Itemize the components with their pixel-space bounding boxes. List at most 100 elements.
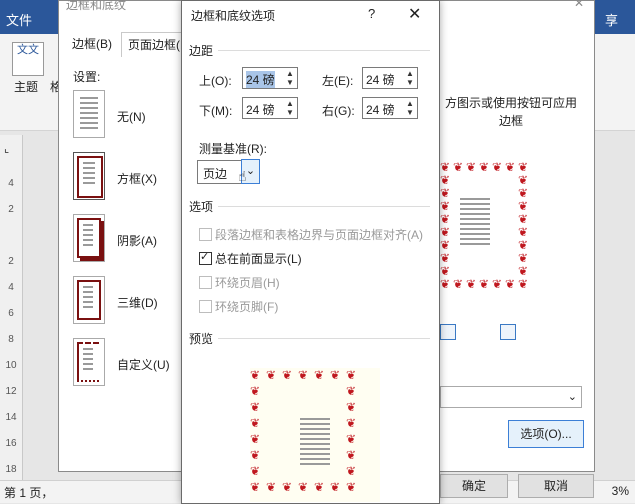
status-page[interactable]: 第 1 页， — [4, 484, 53, 501]
ruler-number: 18 — [5, 464, 17, 475]
checkmark-icon: ✓ — [200, 251, 210, 263]
preset-box-icon[interactable] — [73, 152, 105, 200]
spin-down-icon[interactable]: ▼ — [405, 78, 415, 87]
palm-tree-icon: ❦ — [314, 368, 325, 382]
preset-shadow-icon[interactable] — [73, 214, 105, 262]
left-margin-value[interactable]: 24 磅 — [366, 71, 395, 88]
spin-up-icon[interactable]: ▲ — [285, 99, 295, 108]
right-border-toggle-icon[interactable] — [500, 324, 516, 340]
palm-tree-icon: ❦ — [440, 264, 451, 278]
always-front-label[interactable]: 总在前面显示(L) — [215, 250, 302, 267]
preset-3d-label[interactable]: 三维(D) — [117, 294, 158, 311]
bottom-margin-label: 下(M): — [199, 104, 233, 118]
spin-down-icon[interactable]: ▼ — [285, 78, 295, 87]
palm-tree-icon: ❦ — [440, 199, 451, 213]
preset-3d-icon[interactable] — [73, 276, 105, 324]
palm-tree-icon: ❦ — [518, 199, 529, 213]
left-border-toggle-icon[interactable] — [440, 324, 456, 340]
surround-footer-label[interactable]: 环绕页脚(F) — [215, 298, 278, 315]
palm-tree-icon: ❦ — [505, 277, 516, 291]
palm-tree-icon: ❦ — [440, 225, 451, 239]
surround-footer-checkbox[interactable] — [199, 300, 212, 313]
palm-tree-icon: ❦ — [518, 264, 529, 278]
surround-header-checkbox[interactable] — [199, 276, 212, 289]
ruler-number: 12 — [5, 386, 17, 397]
ruler-number: 8 — [8, 334, 14, 345]
palm-tree-icon: ❦ — [466, 160, 477, 174]
palm-tree-icon: ❦ — [250, 368, 261, 382]
spin-up-icon[interactable]: ▲ — [405, 99, 415, 108]
palm-tree-icon: ❦ — [518, 277, 529, 291]
palm-tree-icon: ❦ — [518, 173, 529, 187]
preset-none-label[interactable]: 无(N) — [117, 108, 146, 125]
palm-tree-icon: ❦ — [479, 277, 490, 291]
options-button[interactable]: 选项(O)... — [508, 420, 584, 448]
palm-tree-icon: ❦ — [346, 464, 357, 478]
bottom-margin-value[interactable]: 24 磅 — [246, 101, 275, 118]
palm-tree-icon: ❦ — [346, 384, 357, 398]
palm-tree-icon: ❦ — [492, 277, 503, 291]
align-option-label[interactable]: 段落边框和表格边界与页面边框对齐(A) — [215, 226, 423, 243]
spin-down-icon[interactable]: ▼ — [405, 108, 415, 117]
preset-custom-icon[interactable] — [73, 338, 105, 386]
preset-box-label[interactable]: 方框(X) — [117, 170, 157, 187]
ruler-number: 16 — [5, 438, 17, 449]
tab-borders[interactable]: 边框(B) — [66, 32, 118, 56]
status-zoom[interactable]: 3% — [612, 484, 629, 498]
cancel-button[interactable]: 取消 — [518, 474, 594, 498]
preview-text-lines — [300, 418, 330, 468]
bottom-margin-spinner[interactable]: 24 磅 ▲ ▼ — [242, 97, 298, 119]
theme-icon[interactable]: 文文 — [12, 42, 44, 76]
borders-dialog-close-icon[interactable]: ✕ — [574, 0, 584, 10]
align-checkbox[interactable] — [199, 228, 212, 241]
spin-down-icon[interactable]: ▼ — [285, 108, 295, 117]
right-margin-spinner[interactable]: 24 磅 ▲ ▼ — [362, 97, 418, 119]
palm-tree-icon: ❦ — [518, 212, 529, 226]
palm-tree-icon: ❦ — [250, 416, 261, 430]
share-tab[interactable]: 享 — [605, 10, 635, 29]
always-front-checkbox[interactable]: ✓ — [199, 251, 212, 265]
measure-from-value: 页边 — [203, 167, 228, 181]
preview-text-lines — [460, 198, 490, 248]
apply-to-combo[interactable]: ⌄ — [440, 386, 582, 408]
palm-tree-icon: ❦ — [346, 480, 357, 494]
right-margin-value[interactable]: 24 磅 — [366, 101, 395, 118]
ok-button[interactable]: 确定 — [440, 474, 508, 498]
palm-tree-icon: ❦ — [479, 160, 490, 174]
theme-label[interactable]: 主题 — [14, 78, 38, 95]
margins-group-label: 边距 — [189, 44, 214, 58]
preset-shadow-label[interactable]: 阴影(A) — [117, 232, 157, 249]
preset-none-icon[interactable] — [73, 90, 105, 138]
palm-tree-icon: ❦ — [440, 186, 451, 200]
palm-tree-icon: ❦ — [346, 368, 357, 382]
page-preview[interactable]: ❦ ❦ ❦ ❦ ❦ ❦ ❦ ❦ ❦ ❦ ❦ ❦ ❦ ❦ ❦ ❦ ❦ ❦ ❦ ❦ ❦ ❦ ❦ ❦ ❦ ❦ ❦ ❦ ❦ ❦ — [440, 160, 529, 291]
close-icon[interactable]: ✕ — [408, 4, 421, 24]
preview-group-label: 预览 — [189, 332, 214, 346]
palm-tree-icon: ❦ — [505, 160, 516, 174]
surround-header-label[interactable]: 环绕页眉(H) — [215, 274, 280, 291]
palm-tree-icon: ❦ — [266, 480, 277, 494]
palm-tree-icon: ❦ — [266, 368, 277, 382]
spin-up-icon[interactable]: ▲ — [285, 69, 295, 78]
spin-up-icon[interactable]: ▲ — [405, 69, 415, 78]
help-icon[interactable]: ? — [368, 6, 375, 21]
options-divider — [218, 206, 430, 207]
palm-tree-icon: ❦ — [492, 160, 503, 174]
palm-tree-icon: ❦ — [282, 480, 293, 494]
preview-divider — [218, 338, 430, 339]
palm-tree-icon: ❦ — [282, 368, 293, 382]
palm-tree-icon: ❦ — [518, 225, 529, 239]
preview-hint-text: 方图示或使用按钮可应用边框 — [444, 96, 577, 128]
top-margin-spinner[interactable]: 24 磅 ▲ ▼ — [242, 67, 298, 89]
ruler-number: 2 — [8, 256, 14, 267]
file-tab[interactable]: 文件 — [6, 10, 32, 29]
preset-custom-label[interactable]: 自定义(U) — [117, 356, 170, 373]
palm-tree-icon: ❦ — [298, 480, 309, 494]
tab-stop-icon[interactable]: ⌞ — [4, 142, 9, 155]
palm-tree-icon: ❦ — [440, 160, 451, 174]
left-margin-spinner[interactable]: 24 磅 ▲ ▼ — [362, 67, 418, 89]
chevron-down-icon: ⌄ — [567, 391, 577, 403]
settings-label: 设置: — [73, 70, 101, 84]
top-margin-value[interactable]: 24 磅 — [246, 71, 275, 88]
mouse-cursor-icon: ☝ — [238, 168, 247, 184]
